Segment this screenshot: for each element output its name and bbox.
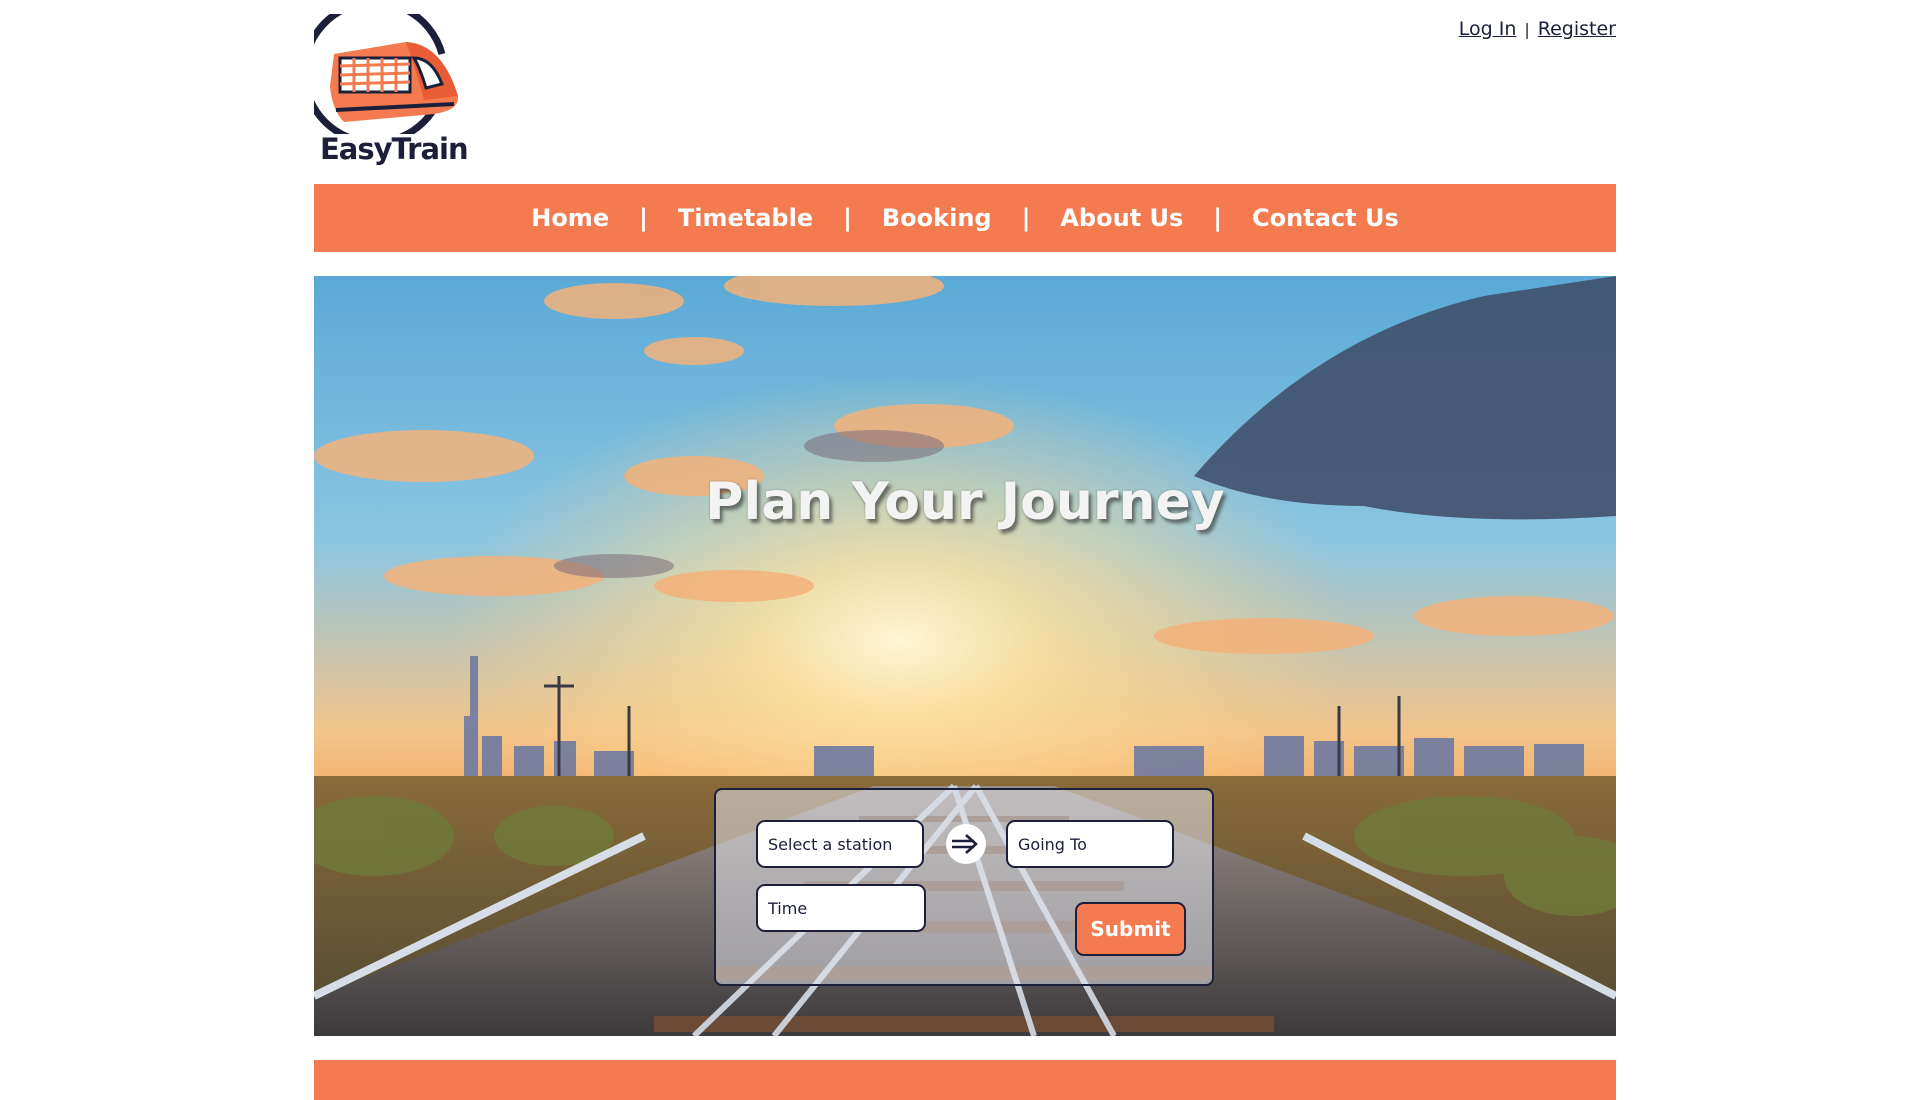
hero-title: Plan Your Journey [705,472,1225,532]
auth-separator: | [1524,20,1530,39]
nav-divider: | [843,204,852,232]
auth-links: Log In | Register [1459,18,1616,40]
journey-search-form: Submit [714,788,1214,986]
double-arrow-right-icon [952,834,978,854]
time-input[interactable] [756,884,926,932]
nav-item-about-us[interactable]: About Us [1060,204,1183,232]
site-header: EasyTrain Log In | Register [314,0,1616,184]
nav-item-timetable[interactable]: Timetable [678,204,813,232]
brand-name: EasyTrain [320,132,469,166]
submit-button[interactable]: Submit [1075,902,1186,956]
hero-banner: Plan Your Journey Submit [314,276,1616,1036]
register-link[interactable]: Register [1538,18,1616,40]
nav-item-contact-us[interactable]: Contact Us [1252,204,1399,232]
site-footer [314,1060,1616,1100]
brand-logo[interactable]: EasyTrain [314,14,469,170]
login-link[interactable]: Log In [1459,18,1517,40]
train-logo-icon [314,14,459,134]
page-container: EasyTrain Log In | Register Home | Timetab… [314,0,1616,1100]
nav-divider: | [1213,204,1223,232]
nav-divider: | [1021,204,1031,232]
swap-direction-button[interactable] [946,824,986,864]
nav-divider: | [639,204,648,232]
main-nav: Home | Timetable | Booking | About Us | … [314,184,1616,252]
from-station-input[interactable] [756,820,924,868]
nav-item-booking[interactable]: Booking [882,204,992,232]
to-station-input[interactable] [1006,820,1174,868]
nav-item-home[interactable]: Home [531,204,609,232]
